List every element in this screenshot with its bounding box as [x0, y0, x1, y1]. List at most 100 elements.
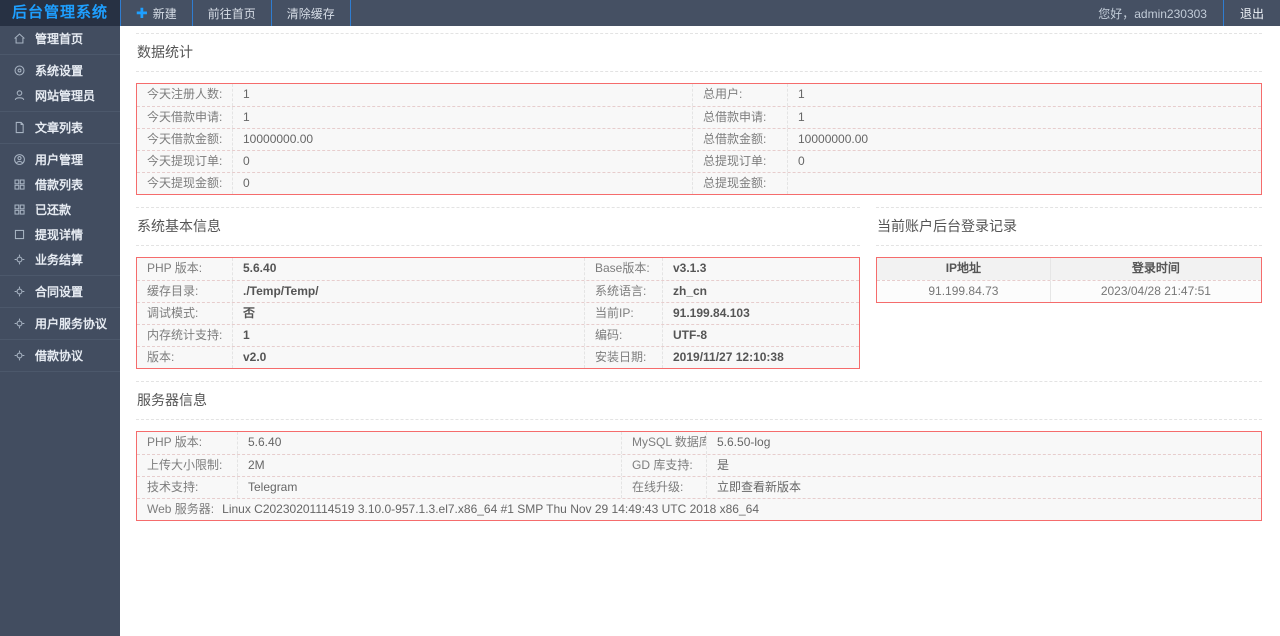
- goto-frontend-button[interactable]: 前往首页: [193, 0, 272, 26]
- table-row: PHP 版本: 5.6.40 MySQL 数据库: 5.6.50-log: [137, 432, 1261, 454]
- login-log-section: 当前账户后台登录记录 IP地址 登录时间 91.199.84.73 2023/0…: [876, 207, 1262, 315]
- sidebar: 管理首页 系统设置 网站管理员 文章列表 用户管理 借款列表 已还款 提现详情 …: [0, 26, 120, 636]
- stat-value: 0: [232, 151, 692, 172]
- info-label: GD 库支持:: [621, 455, 706, 476]
- info-value: v3.1.3: [662, 258, 859, 280]
- info-label: PHP 版本:: [147, 261, 203, 275]
- new-button-label: 新建: [152, 6, 177, 21]
- info-value: 5.6.40: [232, 258, 584, 280]
- sidebar-item-contract-settings[interactable]: 合同设置: [0, 279, 120, 304]
- sidebar-item-system-settings[interactable]: 系统设置: [0, 58, 120, 83]
- info-label: 当前IP:: [584, 303, 662, 324]
- info-label: 调试模式:: [147, 306, 199, 320]
- sidebar-item-loan-list[interactable]: 借款列表: [0, 172, 120, 197]
- sidebar-divider: [0, 111, 120, 112]
- table-row: 内存统计支持: 1 编码: UTF-8: [137, 324, 859, 346]
- info-label: 系统语言:: [584, 281, 662, 302]
- info-value: 是: [706, 455, 1261, 476]
- system-info-table: PHP 版本: 5.6.40 Base版本: v3.1.3 缓存目录: ./Te…: [136, 257, 860, 369]
- stat-value: 1: [787, 107, 1261, 128]
- login-time-value: 2023/04/28 21:47:51: [1049, 281, 1261, 302]
- sidebar-item-site-admin[interactable]: 网站管理员: [0, 83, 120, 108]
- sidebar-divider: [0, 339, 120, 340]
- sidebar-item-user-management[interactable]: 用户管理: [0, 147, 120, 172]
- info-label: 编码:: [584, 325, 662, 346]
- login-ip-value: 91.199.84.73: [928, 284, 999, 298]
- info-value: 1: [232, 325, 584, 346]
- stat-value: 1: [232, 84, 692, 106]
- sidebar-item-repaid[interactable]: 已还款: [0, 197, 120, 222]
- user-greeting: 您好，admin230303: [1082, 0, 1224, 26]
- table-row: 今天注册人数: 1 总用户: 1: [137, 84, 1261, 106]
- sidebar-item-loan-agreement[interactable]: 借款协议: [0, 343, 120, 368]
- service-icon: [13, 349, 26, 362]
- middle-band: 系统基本信息 PHP 版本: 5.6.40 Base版本: v3.1.3 缓存目…: [136, 207, 1262, 381]
- info-label: Web 服务器:: [147, 502, 215, 516]
- sidebar-item-label: 网站管理员: [35, 89, 96, 103]
- sidebar-item-label: 提现详情: [35, 228, 84, 242]
- stat-label: 今天提现订单:: [147, 154, 223, 168]
- info-value: 2019/11/27 12:10:38: [662, 347, 859, 368]
- info-value: v2.0: [232, 347, 584, 368]
- stat-value: 10000000.00: [787, 129, 1261, 150]
- sidebar-divider: [0, 143, 120, 144]
- top-bar: 后台管理系统 ✚ 新建 前往首页 清除缓存 您好，admin230303 退出: [0, 0, 1280, 26]
- stat-label: 总提现金额:: [692, 173, 787, 194]
- info-value: Telegram: [237, 477, 621, 498]
- stat-label: 今天提现金额:: [147, 176, 223, 190]
- column-header-ip: IP地址: [945, 261, 982, 275]
- info-label: PHP 版本:: [147, 435, 203, 449]
- server-info-title: 服务器信息: [137, 392, 207, 408]
- table-row: 今天提现金额: 0 总提现金额:: [137, 172, 1261, 194]
- table-header-row: IP地址 登录时间: [877, 258, 1261, 280]
- table-row: 上传大小限制: 2M GD 库支持: 是: [137, 454, 1261, 476]
- service-icon: [13, 253, 26, 266]
- stat-label: 今天注册人数:: [147, 87, 223, 101]
- info-value: 5.6.50-log: [706, 432, 1261, 454]
- stats-section: 数据统计 今天注册人数: 1 总用户: 1 今天借款申请: 1 总借款申请: 1…: [136, 33, 1262, 195]
- info-label: 在线升级:: [621, 477, 706, 498]
- clear-cache-button[interactable]: 清除缓存: [272, 0, 351, 26]
- home-icon: [13, 32, 26, 45]
- plus-icon: ✚: [136, 5, 148, 21]
- info-value: 2M: [237, 455, 621, 476]
- info-value: Linux C20230201114519 3.10.0-957.1.3.el7…: [222, 502, 759, 516]
- stats-table: 今天注册人数: 1 总用户: 1 今天借款申请: 1 总借款申请: 1 今天借款…: [136, 83, 1262, 195]
- stat-label: 总用户:: [692, 84, 787, 106]
- stat-value: 0: [787, 151, 1261, 172]
- check-new-version-link[interactable]: 立即查看新版本: [706, 477, 1261, 498]
- file-icon: [13, 121, 26, 134]
- sidebar-item-business-settlement[interactable]: 业务结算: [0, 247, 120, 272]
- sidebar-item-label: 系统设置: [35, 64, 84, 78]
- sidebar-divider: [0, 371, 120, 372]
- table-row: 91.199.84.73 2023/04/28 21:47:51: [877, 280, 1261, 302]
- main-content: 数据统计 今天注册人数: 1 总用户: 1 今天借款申请: 1 总借款申请: 1…: [120, 26, 1280, 636]
- sidebar-item-article-list[interactable]: 文章列表: [0, 115, 120, 140]
- sidebar-item-label: 合同设置: [35, 285, 84, 299]
- sidebar-item-label: 管理首页: [35, 32, 84, 46]
- divider: [876, 245, 1262, 246]
- sidebar-item-user-service-agreement[interactable]: 用户服务协议: [0, 311, 120, 336]
- table-row: PHP 版本: 5.6.40 Base版本: v3.1.3: [137, 258, 859, 280]
- divider: [136, 71, 1262, 72]
- web-server-cell: Web 服务器: Linux C20230201114519 3.10.0-95…: [137, 499, 1261, 520]
- logout-button[interactable]: 退出: [1224, 0, 1280, 26]
- grid-icon: [13, 203, 26, 216]
- target-icon: [13, 64, 26, 77]
- table-row: Web 服务器: Linux C20230201114519 3.10.0-95…: [137, 498, 1261, 520]
- sidebar-item-label: 已还款: [35, 203, 72, 217]
- sidebar-item-admin-home[interactable]: 管理首页: [0, 26, 120, 51]
- info-label: MySQL 数据库:: [621, 432, 706, 454]
- sidebar-item-label: 业务结算: [35, 253, 84, 267]
- table-row: 版本: v2.0 安装日期: 2019/11/27 12:10:38: [137, 346, 859, 368]
- new-button[interactable]: ✚ 新建: [120, 0, 193, 26]
- stat-value: 1: [787, 84, 1261, 106]
- square-icon: [13, 228, 26, 241]
- info-label: 版本:: [147, 350, 175, 364]
- table-row: 今天提现订单: 0 总提现订单: 0: [137, 150, 1261, 172]
- server-info-table: PHP 版本: 5.6.40 MySQL 数据库: 5.6.50-log 上传大…: [136, 431, 1262, 521]
- column-header-time: 登录时间: [1049, 258, 1261, 280]
- info-label: 安装日期:: [584, 347, 662, 368]
- sidebar-item-withdraw-details[interactable]: 提现详情: [0, 222, 120, 247]
- stat-label: 今天借款金额:: [147, 132, 223, 146]
